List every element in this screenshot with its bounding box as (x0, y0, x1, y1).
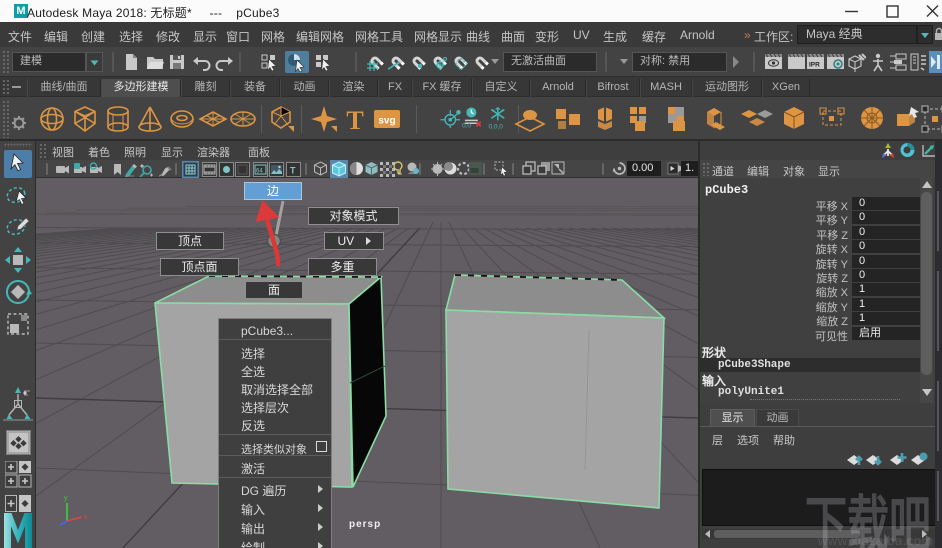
svg-text:T: T (346, 106, 363, 134)
svg-text:T: T (290, 166, 296, 176)
svg-text:persp: persp (349, 519, 381, 530)
svg-text:y: y (64, 495, 68, 502)
svg-text:x: x (84, 514, 88, 521)
svg-text:IPR: IPR (809, 62, 820, 69)
svg-text:svg: svg (378, 116, 395, 127)
svg-text:0,0: 0,0 (462, 123, 471, 130)
svg-text:64: 64 (256, 169, 263, 175)
svg-text:0,0,0: 0,0,0 (488, 123, 503, 130)
